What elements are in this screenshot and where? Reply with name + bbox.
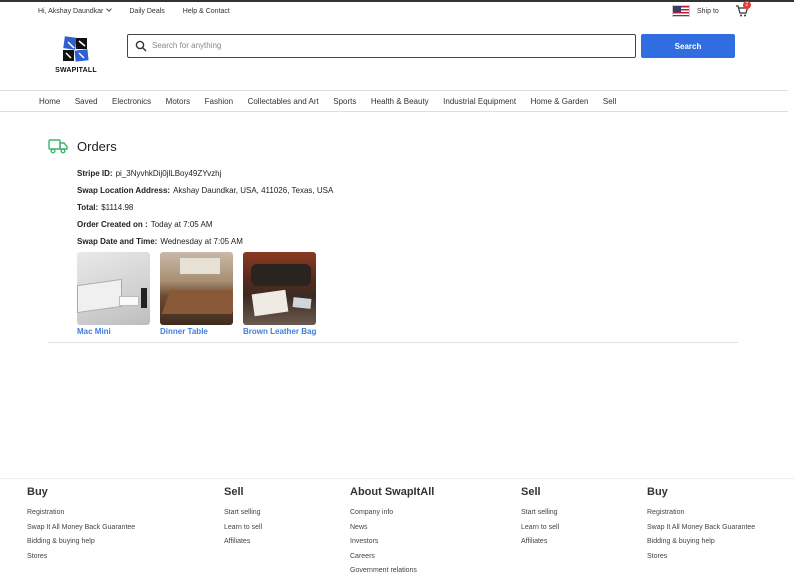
footer-link[interactable]: Stores [647,550,755,565]
footer-heading: About SwapItAll [350,486,435,498]
orders-title: Orders [77,138,117,154]
search-icon [135,40,147,52]
order-details: Stripe ID: pi_3NyvhkDij0jlLBoy49ZYvzhj Sw… [77,165,333,250]
footer-heading: Buy [647,486,668,498]
footer-link[interactable]: Registration [647,506,755,521]
stripe-id-label: Stripe ID: [77,169,113,178]
help-contact-link[interactable]: Help & Contact [183,8,230,15]
nav-item-home[interactable]: Home [39,97,60,106]
footer-link[interactable]: Swap It All Money Back Guarantee [27,521,135,536]
product-card[interactable]: Brown Leather Bag [243,252,316,336]
created-row: Order Created on : Today at 7:05 AM [77,216,333,233]
swap-date-value: Wednesday at 7:05 AM [160,237,243,246]
footer-link[interactable]: Learn to sell [521,521,559,536]
product-image[interactable] [77,252,150,325]
footer-link[interactable]: Bidding & buying help [647,535,755,550]
top-bar: Hi, Akshay Daundkar Daily Deals Help & C… [0,0,794,22]
footer-link[interactable]: Affiliates [224,535,262,550]
product-card[interactable]: Dinner Table [160,252,233,336]
nav-item-motors[interactable]: Motors [166,97,190,106]
footer-link[interactable]: Affiliates [521,535,559,550]
truck-icon [48,139,68,154]
top-bar-right: Ship to 2 [672,1,751,17]
logo-icon [63,36,89,62]
footer-heading: Buy [27,486,48,498]
header: SWAPITALL Search [0,22,794,90]
address-row: Swap Location Address: Akshay Daundkar, U… [77,182,333,199]
footer-column-buy: Buy Registration Swap It All Money Back … [27,486,135,564]
top-bar-left: Hi, Akshay Daundkar Daily Deals Help & C… [38,6,230,15]
search-button[interactable]: Search [641,34,735,58]
footer-column-about: About SwapItAll Company info News Invest… [350,486,434,573]
search-bar [127,34,636,58]
us-flag-icon[interactable] [672,5,690,17]
nav-item-health-beauty[interactable]: Health & Beauty [371,97,429,106]
nav-item-saved[interactable]: Saved [75,97,98,106]
created-label: Order Created on : [77,220,148,229]
orders-section: Orders Stripe ID: pi_3NyvhkDij0jlLBoy49ZY… [48,138,738,343]
category-nav: Home Saved Electronics Motors Fashion Co… [0,90,788,112]
nav-item-fashion[interactable]: Fashion [205,97,233,106]
product-name-link[interactable]: Dinner Table [160,327,233,336]
footer-link[interactable]: Start selling [224,506,262,521]
address-label: Swap Location Address: [77,186,171,195]
footer-column-sell-2: Sell Start selling Learn to sell Affilia… [521,486,559,550]
footer-column-buy-2: Buy Registration Swap It All Money Back … [647,486,755,564]
footer-link[interactable]: Bidding & buying help [27,535,135,550]
nav-item-industrial[interactable]: Industrial Equipment [443,97,516,106]
footer-heading: Sell [224,486,244,498]
category-nav-items: Home Saved Electronics Motors Fashion Co… [39,97,631,106]
address-value: Akshay Daundkar, USA, 411026, Texas, USA [173,186,334,195]
stripe-id-value: pi_3NyvhkDij0jlLBoy49ZYvzhj [115,169,222,178]
created-value: Today at 7:05 AM [150,220,213,229]
footer-link[interactable]: Stores [27,550,135,565]
product-name-link[interactable]: Brown Leather Bag [243,327,316,336]
search-input[interactable] [152,37,622,54]
chevron-down-icon [106,6,113,12]
footer-heading: Sell [521,486,541,498]
nav-item-home-garden[interactable]: Home & Garden [531,97,589,106]
footer-link[interactable]: Careers [350,550,434,565]
cart-count-badge: 2 [742,1,751,9]
logo[interactable]: SWAPITALL [52,36,100,80]
footer-link[interactable]: Registration [27,506,135,521]
footer-link[interactable]: Learn to sell [224,521,262,536]
product-card[interactable]: Mac Mini [77,252,150,336]
swap-date-row: Swap Date and Time: Wednesday at 7:05 AM [77,233,333,250]
total-label: Total: [77,203,99,212]
order-products: Mac Mini Dinner Table Brown Leather Bag [77,252,316,336]
nav-item-electronics[interactable]: Electronics [112,97,151,106]
greeting-text: Hi, Akshay Daundkar [38,8,104,15]
footer-link[interactable]: Government relations [350,564,434,573]
product-name-link[interactable]: Mac Mini [77,327,150,336]
footer-link[interactable]: News [350,521,434,536]
footer: Buy Registration Swap It All Money Back … [0,478,794,573]
footer-link[interactable]: Start selling [521,506,559,521]
total-row: Total: $1114.98 [77,199,333,216]
stripe-id-row: Stripe ID: pi_3NyvhkDij0jlLBoy49ZYvzhj [77,165,333,182]
product-image[interactable] [243,252,316,325]
logo-text: SWAPITALL [55,67,97,74]
nav-item-collectables[interactable]: Collectables and Art [248,97,319,106]
footer-link[interactable]: Investors [350,535,434,550]
swap-date-label: Swap Date and Time: [77,237,158,246]
orders-header: Orders [48,138,117,154]
product-image[interactable] [160,252,233,325]
nav-item-sell[interactable]: Sell [603,97,616,106]
footer-link[interactable]: Company info [350,506,434,521]
footer-link[interactable]: Swap It All Money Back Guarantee [647,521,755,536]
nav-item-sports[interactable]: Sports [333,97,356,106]
account-menu[interactable]: Hi, Akshay Daundkar [38,6,113,15]
cart-button[interactable]: 2 [735,1,751,17]
daily-deals-link[interactable]: Daily Deals [129,8,164,15]
footer-column-sell: Sell Start selling Learn to sell Affilia… [224,486,262,550]
ship-to-link[interactable]: Ship to [697,8,719,15]
total-value: $1114.98 [101,203,134,212]
